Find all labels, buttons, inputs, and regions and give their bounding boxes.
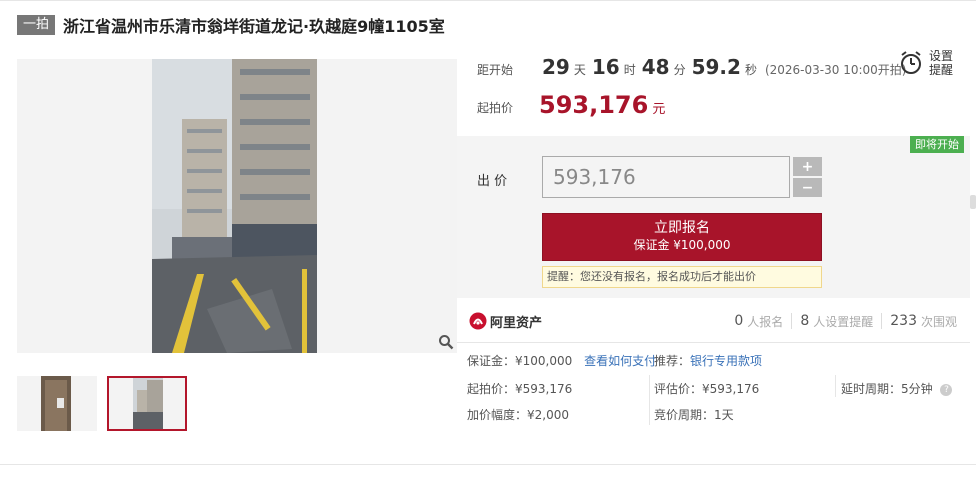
registrations-label: 人报名 <box>747 314 784 329</box>
thumbnail-2-image <box>109 378 185 429</box>
deposit-key: 保证金： <box>467 354 516 368</box>
countdown-days-unit: 天 <box>573 63 586 77</box>
views-label: 次围观 <box>920 314 957 329</box>
countdown-days: 29 <box>542 55 570 79</box>
ali-assets-logo-icon <box>469 312 487 330</box>
auction-detail-page: 一拍 浙江省温州市乐清市翁垟街道龙记·玖越庭9幢1105室 距开始 29 天 1… <box>0 0 976 480</box>
deposit-value: ¥100,000 <box>515 354 573 368</box>
apply-now-button[interactable]: 立即报名 保证金 ¥100,000 <box>542 213 822 261</box>
thumbnail-1-image <box>17 376 97 431</box>
countdown-hours-unit: 时 <box>623 63 636 77</box>
appraisal-info: 评估价：¥593,176 <box>654 380 759 397</box>
thumbnail-2-selected[interactable] <box>107 376 187 431</box>
bid-cycle-key: 竞价周期： <box>654 408 715 422</box>
countdown: 29 天 16 时 48 分 59.2 秒 (2026-03-30 10:00开… <box>542 55 906 79</box>
countdown-seconds-unit: 秒 <box>744 63 757 77</box>
start-price: 593,176 元 <box>539 91 665 119</box>
remind-label: 设置 提醒 <box>929 49 953 77</box>
bid-cycle-value: 1天 <box>714 408 734 422</box>
start-price-info-value: ¥593,176 <box>515 382 573 396</box>
info-column-divider <box>649 375 650 425</box>
deposit-info: 保证金：¥100,000 查看如何支付 <box>467 352 656 369</box>
ali-assets-logo[interactable]: 阿里资产 <box>469 312 542 331</box>
scroll-edge-fragment <box>970 195 976 209</box>
appraisal-value: ¥593,176 <box>702 382 760 396</box>
title-row: 一拍 浙江省温州市乐清市翁垟街道龙记·玖越庭9幢1105室 <box>17 13 445 37</box>
increase-bid-button[interactable]: + <box>793 157 822 176</box>
start-time-note: (2026-03-30 10:00开拍) <box>764 63 907 77</box>
platform-row: 阿里资产 0 人报名 8 人设置提醒 233 次围观 <box>457 306 970 336</box>
how-to-pay-link[interactable]: 查看如何支付 <box>584 354 656 368</box>
set-reminder-button[interactable]: 设置 提醒 <box>899 45 961 81</box>
increment-info: 加价幅度：¥2,000 <box>467 406 569 423</box>
recommend-key: 推荐： <box>654 354 691 368</box>
main-image-viewer[interactable] <box>17 59 457 353</box>
bank-funds-link[interactable]: 银行专用款项 <box>690 354 762 368</box>
delay-info: 延时周期：5分钟 ? <box>841 380 953 397</box>
start-price-label: 起拍价 <box>477 101 514 115</box>
appraisal-key: 评估价： <box>654 382 703 396</box>
top-divider <box>0 0 976 1</box>
recommend-info: 推荐：银行专用款项 <box>654 352 762 369</box>
alarm-clock-icon <box>901 51 921 74</box>
registration-tip: 提醒：您还没有报名，报名成功后才能出价 <box>542 266 822 288</box>
reminders-label: 人设置提醒 <box>813 314 874 329</box>
info-divider <box>457 342 970 343</box>
start-price-key: 起拍价： <box>467 382 516 396</box>
bid-input[interactable]: 593,176 <box>542 156 790 198</box>
help-icon[interactable]: ? <box>940 383 953 396</box>
info-column-divider <box>835 375 836 397</box>
apply-now-label: 立即报名 <box>654 220 710 236</box>
status-badge: 即将开始 <box>910 136 964 153</box>
bid-box: 即将开始 出 价 593,176 + − 立即报名 保证金 ¥100,000 提… <box>457 136 970 298</box>
round-tag: 一拍 <box>17 15 56 35</box>
ali-assets-label: 阿里资产 <box>490 315 543 331</box>
views-count: 233 <box>890 313 917 329</box>
remind-line-2: 提醒 <box>929 63 954 77</box>
increment-key: 加价幅度： <box>467 408 528 422</box>
stat-separator <box>881 313 883 329</box>
countdown-label: 距开始 <box>477 63 514 77</box>
bottom-divider <box>0 464 976 465</box>
registrations-count: 0 <box>734 313 744 329</box>
increment-value: ¥2,000 <box>527 408 570 422</box>
start-price-unit: 元 <box>652 102 666 117</box>
decrease-bid-button[interactable]: − <box>793 178 822 197</box>
countdown-minutes-unit: 分 <box>673 63 686 77</box>
reminders-count: 8 <box>800 313 810 329</box>
page-title: 浙江省温州市乐清市翁垟街道龙记·玖越庭9幢1105室 <box>63 17 445 36</box>
stat-separator <box>791 313 793 329</box>
delay-value: 5分钟 <box>901 382 933 396</box>
delay-key: 延时周期： <box>841 382 902 396</box>
magnifier-icon <box>439 335 454 350</box>
countdown-hours: 16 <box>591 55 620 79</box>
start-price-info: 起拍价：¥593,176 <box>467 380 572 397</box>
deposit-label: 保证金 ¥100,000 <box>633 238 731 252</box>
countdown-minutes: 48 <box>641 55 670 79</box>
main-photo <box>152 59 317 353</box>
bid-cycle-info: 竞价周期：1天 <box>654 406 734 423</box>
thumbnail-1[interactable] <box>17 376 97 431</box>
start-price-value: 593,176 <box>539 91 649 119</box>
auction-stats: 0 人报名 8 人设置提醒 233 次围观 <box>734 306 957 336</box>
zoom-button[interactable] <box>435 331 457 353</box>
countdown-seconds: 59.2 <box>691 55 741 79</box>
remind-line-1: 设置 <box>929 49 954 63</box>
bid-label: 出 价 <box>477 174 508 189</box>
